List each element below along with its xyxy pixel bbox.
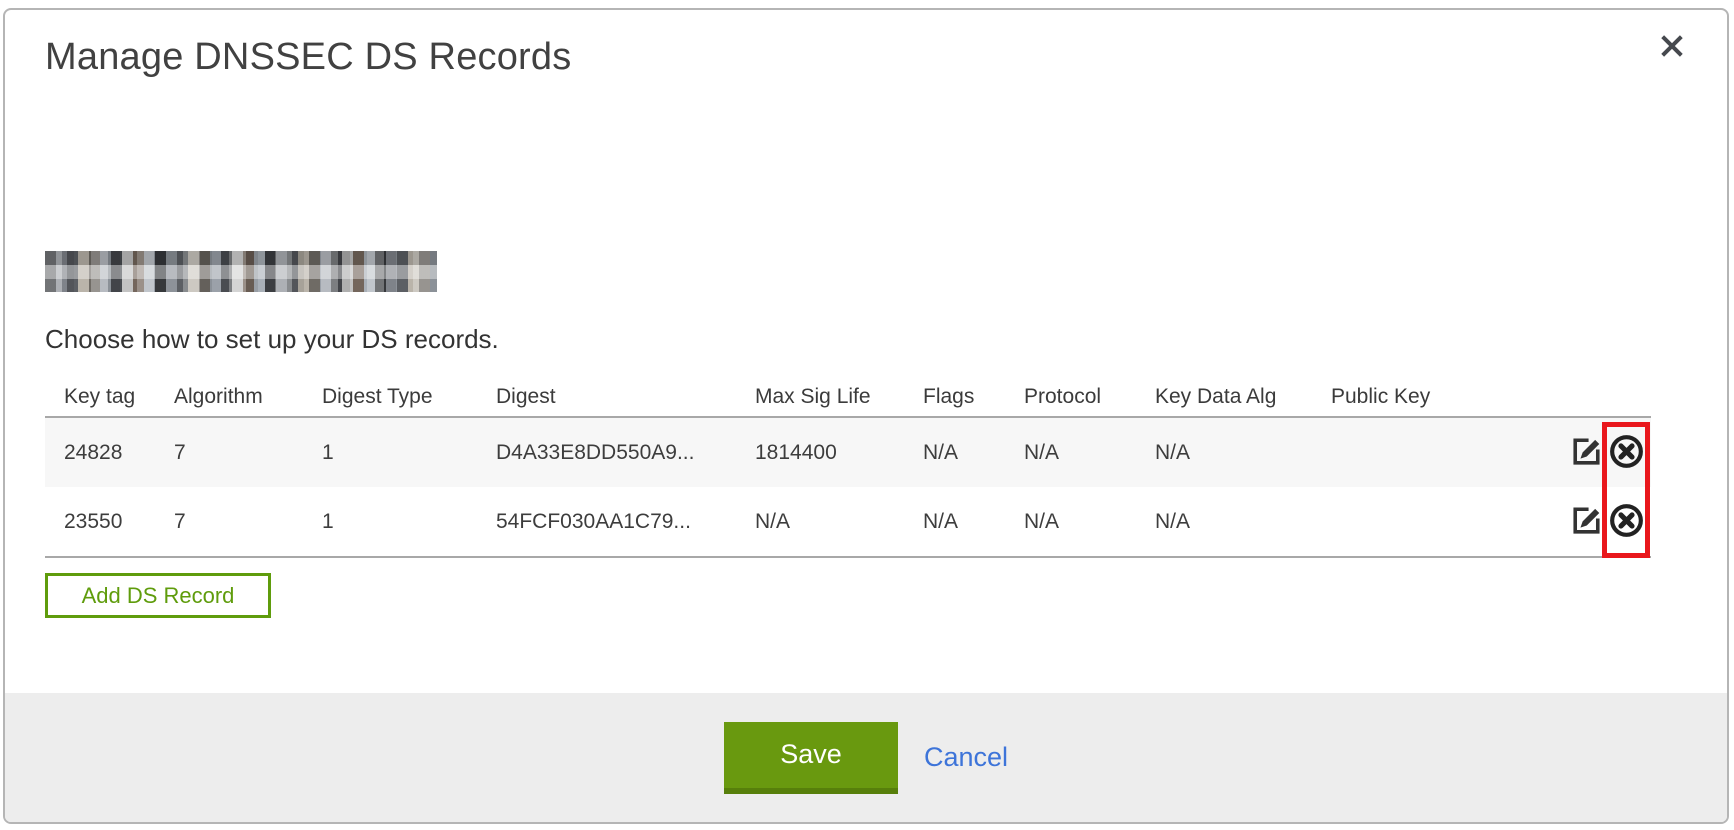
cell-max-sig-life: 1814400 [755, 417, 923, 487]
save-button[interactable]: Save [724, 722, 898, 794]
table-row: 24828 7 1 D4A33E8DD550A9... 1814400 N/A … [45, 417, 1651, 487]
col-header-actions [1486, 377, 1651, 417]
close-icon [1658, 32, 1686, 63]
col-header-public-key: Public Key [1331, 377, 1486, 417]
col-header-key-data-alg: Key Data Alg [1155, 377, 1331, 417]
manage-dnssec-modal: Manage DNSSEC DS Records Choose how to s… [3, 8, 1729, 824]
cell-digest: D4A33E8DD550A9... [496, 417, 755, 487]
col-header-protocol: Protocol [1024, 377, 1155, 417]
cell-key-data-alg: N/A [1155, 487, 1331, 557]
table-row: 23550 7 1 54FCF030AA1C79... N/A N/A N/A … [45, 487, 1651, 557]
cancel-link[interactable]: Cancel [924, 742, 1008, 773]
instruction-text: Choose how to set up your DS records. [45, 324, 1727, 355]
delete-record-button[interactable] [1608, 433, 1645, 473]
cell-max-sig-life: N/A [755, 487, 923, 557]
cell-public-key [1331, 487, 1486, 557]
cell-flags: N/A [923, 417, 1024, 487]
redacted-domain-name [45, 251, 437, 292]
edit-icon [1570, 435, 1603, 471]
modal-body: Manage DNSSEC DS Records Choose how to s… [5, 10, 1727, 693]
delete-record-button[interactable] [1608, 502, 1645, 542]
ds-records-table: Key tag Algorithm Digest Type Digest Max… [45, 377, 1651, 558]
cell-digest-type: 1 [322, 487, 496, 557]
cell-public-key [1331, 417, 1486, 487]
cell-flags: N/A [923, 487, 1024, 557]
col-header-key-tag: Key tag [45, 377, 174, 417]
close-button[interactable] [1655, 30, 1689, 64]
edit-icon [1570, 504, 1603, 540]
cell-algorithm: 7 [174, 417, 322, 487]
cell-actions [1486, 417, 1651, 487]
col-header-digest-type: Digest Type [322, 377, 496, 417]
ds-records-table-wrap: Key tag Algorithm Digest Type Digest Max… [45, 377, 1651, 558]
col-header-flags: Flags [923, 377, 1024, 417]
cell-key-tag: 24828 [45, 417, 174, 487]
modal-footer: Save Cancel [5, 693, 1727, 822]
cell-key-tag: 23550 [45, 487, 174, 557]
cell-digest-type: 1 [322, 417, 496, 487]
page-title: Manage DNSSEC DS Records [45, 36, 1727, 79]
edit-record-button[interactable] [1570, 504, 1603, 540]
cell-protocol: N/A [1024, 417, 1155, 487]
delete-icon [1608, 502, 1645, 542]
add-ds-record-button[interactable]: Add DS Record [45, 573, 271, 618]
cell-key-data-alg: N/A [1155, 417, 1331, 487]
cell-actions [1486, 487, 1651, 557]
cell-algorithm: 7 [174, 487, 322, 557]
cell-protocol: N/A [1024, 487, 1155, 557]
col-header-digest: Digest [496, 377, 755, 417]
cell-digest: 54FCF030AA1C79... [496, 487, 755, 557]
delete-icon [1608, 433, 1645, 473]
table-header-row: Key tag Algorithm Digest Type Digest Max… [45, 377, 1651, 417]
edit-record-button[interactable] [1570, 435, 1603, 471]
col-header-algorithm: Algorithm [174, 377, 322, 417]
col-header-max-sig-life: Max Sig Life [755, 377, 923, 417]
